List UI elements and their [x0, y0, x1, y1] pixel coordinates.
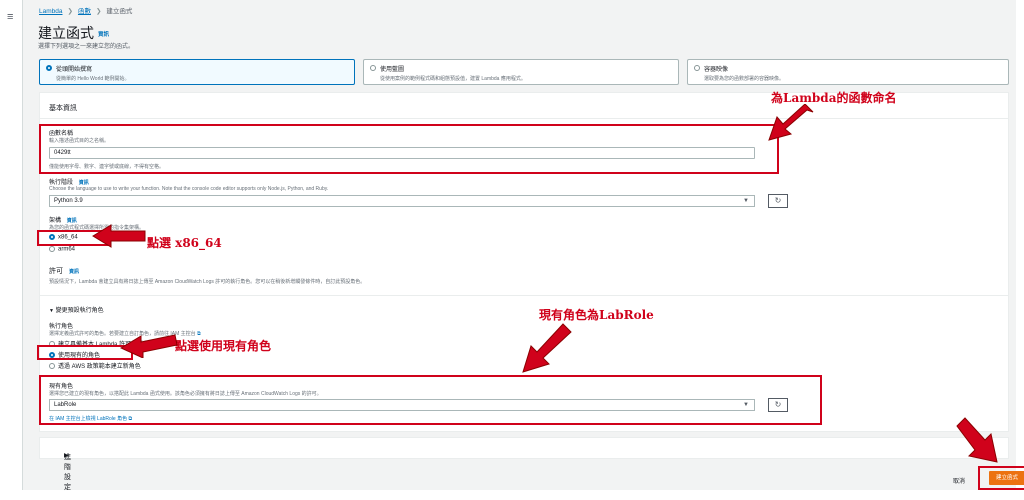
arch-option-label: arm64	[58, 246, 76, 253]
create-function-button[interactable]: 建立函式	[989, 471, 1024, 485]
menu-icon[interactable]: ≡	[7, 11, 13, 23]
option-title: 從頭開始撰寫	[56, 67, 93, 73]
permissions-info-link[interactable]: 資訊	[69, 269, 79, 275]
arrow-icon	[956, 417, 998, 463]
radio-icon	[49, 352, 55, 359]
radio-icon	[46, 65, 52, 71]
info-link[interactable]: 資訊	[98, 32, 109, 38]
existing-role-desc: 選擇您已建立的現有角色，以搭配此 Lambda 函式使用。該角色必須擁有將日誌上…	[49, 391, 322, 397]
runtime-label: 執行階段 資訊	[49, 177, 89, 186]
view-role-link-text: 在 IAM 主控台上檢視 LabRole 角色	[49, 416, 128, 422]
radio-icon	[49, 363, 55, 370]
function-name-desc: 輸入描述函式目的之名稱。	[49, 138, 110, 144]
chevron-right-icon: ❯	[95, 8, 102, 15]
advanced-settings-text: 進階設定	[64, 454, 71, 491]
basic-info-panel: 基本資訊 函數名稱 輸入描述函式目的之名稱。 0429tt 僅能使用字母、數字、…	[39, 92, 1009, 432]
arrow-icon	[522, 323, 572, 373]
option-desc: 從簡單的 Hello World 範例開始。	[56, 76, 130, 82]
runtime-desc: Choose the language to use to write your…	[49, 186, 329, 192]
external-link-icon: ⧉	[128, 416, 133, 422]
exec-role-toggle-text: 變更預設執行角色	[55, 308, 104, 314]
arch-option-x86[interactable]: x86_64	[49, 234, 78, 241]
arch-option-label: x86_64	[58, 234, 78, 241]
radio-icon	[49, 246, 55, 252]
annotation-role-note: 點選使用現有角色	[175, 339, 272, 353]
refresh-icon[interactable]: ↻	[768, 194, 788, 208]
page-subtitle: 選擇下列選項之一來建立您的函式。	[38, 44, 135, 50]
radio-icon	[370, 65, 376, 71]
radio-icon	[694, 65, 700, 71]
divider	[40, 295, 1008, 296]
main-content: Lambda ❯ 函數 ❯ 建立函式 建立函式 資訊 選擇下列選項之一來建立您的函式。 從…	[22, 0, 1024, 491]
cancel-button[interactable]: 取消	[953, 476, 965, 485]
function-name-label: 函數名稱	[49, 131, 74, 137]
radio-icon	[49, 234, 55, 240]
permissions-label: 許可 資訊	[49, 266, 79, 276]
radio-icon	[49, 341, 55, 348]
advanced-settings-toggle[interactable]: ▶ 進階設定	[39, 437, 1009, 491]
option-desc: 從使用案例的範例程式碼和組態預設值，建置 Lambda 應用程式。	[380, 76, 526, 82]
function-name-hint: 僅能使用字母、數字、連字號或底線，不得有空格。	[49, 164, 165, 170]
role-option-policy-template[interactable]: 透過 AWS 政策範本建立新角色	[49, 361, 141, 370]
role-option-existing[interactable]: 使用現有的角色	[49, 350, 100, 359]
refresh-icon[interactable]: ↻	[768, 398, 788, 412]
exec-role-label: 執行角色	[49, 324, 74, 330]
option-container-image[interactable]: 容器映像 選取要為您的函數部署的容器映像。	[687, 59, 1009, 85]
existing-role-label: 現有角色	[49, 384, 74, 390]
permissions-desc: 預設情況下，Lambda 會建立具有將日誌上傳至 Amazon CloudWat…	[49, 279, 366, 285]
arrow-icon	[92, 224, 146, 248]
exec-role-toggle[interactable]: ▼ 變更預設執行角色	[49, 305, 104, 314]
arch-option-arm64[interactable]: arm64	[49, 246, 75, 253]
option-title: 使用藍圖	[380, 67, 405, 73]
runtime-value: Python 3.9	[54, 198, 83, 204]
page-title-text: 建立函式	[38, 25, 94, 41]
breadcrumb-functions[interactable]: 函數	[78, 8, 91, 15]
permissions-label-text: 許可	[49, 268, 63, 275]
breadcrumb-lambda[interactable]: Lambda	[39, 8, 63, 15]
arrow-icon	[119, 334, 178, 358]
annotation-labrole-note: 現有角色為LabRole	[539, 308, 654, 322]
option-use-blueprint[interactable]: 使用藍圖 從使用案例的範例程式碼和組態預設值，建置 Lambda 應用程式。	[363, 59, 679, 85]
annotation-arch-note: 點選 x86_64	[147, 236, 222, 250]
caret-down-icon: ▼	[743, 198, 749, 204]
arch-label: 架構 資訊	[49, 215, 77, 224]
role-option-label: 使用現有的角色	[58, 353, 101, 359]
chevron-right-icon: ❯	[67, 8, 73, 15]
breadcrumb: Lambda ❯ 函數 ❯ 建立函式	[39, 5, 132, 15]
caret-down-icon: ▼	[743, 402, 749, 408]
runtime-select[interactable]: Python 3.9 ▼	[49, 195, 755, 207]
function-name-input[interactable]: 0429tt	[49, 147, 755, 159]
caret-down-icon: ▼	[49, 308, 54, 314]
existing-role-select[interactable]: LabRole ▼	[49, 399, 755, 411]
breadcrumb-current: 建立函式	[106, 8, 133, 15]
role-option-label: 透過 AWS 政策範本建立新角色	[58, 364, 141, 370]
option-author-from-scratch[interactable]: 從頭開始撰寫 從簡單的 Hello World 範例開始。	[39, 59, 355, 85]
option-desc: 選取要為您的函數部署的容器映像。	[704, 76, 785, 82]
page-title: 建立函式 資訊	[38, 23, 109, 43]
arrow-icon	[768, 104, 814, 141]
existing-role-value: LabRole	[54, 402, 77, 408]
view-role-link[interactable]: 在 IAM 主控台上檢視 LabRole 角色 ⧉	[49, 415, 132, 422]
option-title: 容器映像	[704, 67, 729, 73]
panel-header-text: 基本資訊	[49, 105, 77, 112]
